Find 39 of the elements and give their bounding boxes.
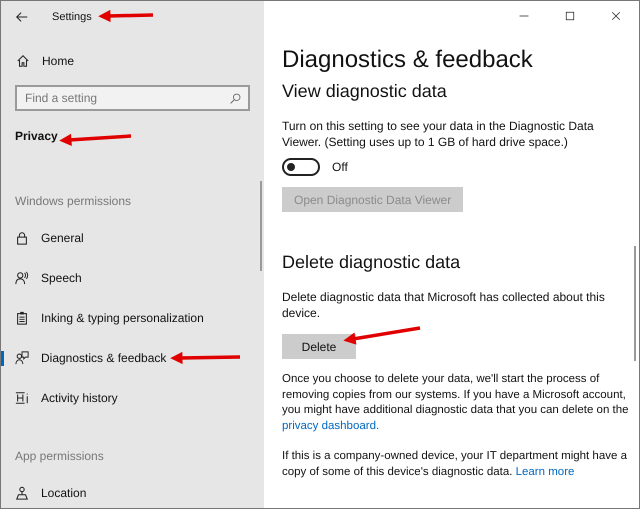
group-heading: App permissions	[14, 448, 105, 465]
sidebar-item[interactable]: Activity history	[1, 383, 264, 413]
section-heading: Delete diagnostic data	[282, 251, 462, 274]
description-text: Turn on this setting to see your data in the Diagnostic Data Viewer. (Setting uses up to 1 GB of hard drive space.)	[282, 118, 595, 150]
selection-indicator	[1, 351, 4, 366]
timeline-icon	[15, 391, 29, 405]
maximize-icon	[564, 10, 576, 22]
delete-button[interactable]: Delete	[282, 334, 356, 359]
page-title: Diagnostics & feedback	[282, 45, 534, 75]
toggle-label: Off	[332, 159, 348, 176]
sidebar-item[interactable]: Inking & typing personalization	[1, 303, 264, 333]
group-heading: Windows permissions	[14, 193, 132, 210]
location-icon	[15, 486, 29, 500]
home-nav-item[interactable]: Home	[1, 46, 264, 76]
annotation-arrow	[170, 352, 240, 364]
info-paragraph: Once you choose to delete your data, we'll start the process of removing copies from our systems. If you have a Microsoft account, you might have additional diagnostic data that you can delete on the privacy dashboard.	[282, 372, 630, 434]
section-title: Privacy	[15, 128, 58, 145]
window-title: Settings	[52, 10, 92, 25]
close-icon	[610, 10, 622, 22]
lock-icon	[15, 231, 29, 245]
search-field[interactable]: Find a setting	[15, 85, 250, 111]
back-icon	[15, 10, 29, 24]
person-sound-icon	[15, 271, 29, 285]
section-heading: View diagnostic data	[282, 80, 448, 103]
clipboard-icon	[15, 311, 29, 325]
description-text: Delete diagnostic data that Microsoft has collected about this device.	[282, 289, 606, 321]
link[interactable]: privacy dashboard.	[282, 420, 380, 432]
person-chat-icon	[15, 351, 29, 365]
scrollbar[interactable]	[260, 181, 262, 271]
toggle-switch[interactable]	[282, 158, 320, 176]
sidebar-item[interactable]: Location	[1, 478, 264, 508]
annotation-arrow	[98, 10, 154, 22]
search-icon[interactable]	[229, 92, 242, 105]
scrollbar[interactable]	[634, 246, 636, 361]
link[interactable]: Learn more	[516, 466, 574, 478]
sidebar-item[interactable]: General	[1, 223, 264, 253]
sidebar-item[interactable]: Speech	[1, 263, 264, 293]
info-paragraph: If this is a company-owned device, your IT department might have a copy of some of this device's diagnostic data. Learn more	[282, 449, 628, 480]
home-icon	[16, 54, 30, 68]
